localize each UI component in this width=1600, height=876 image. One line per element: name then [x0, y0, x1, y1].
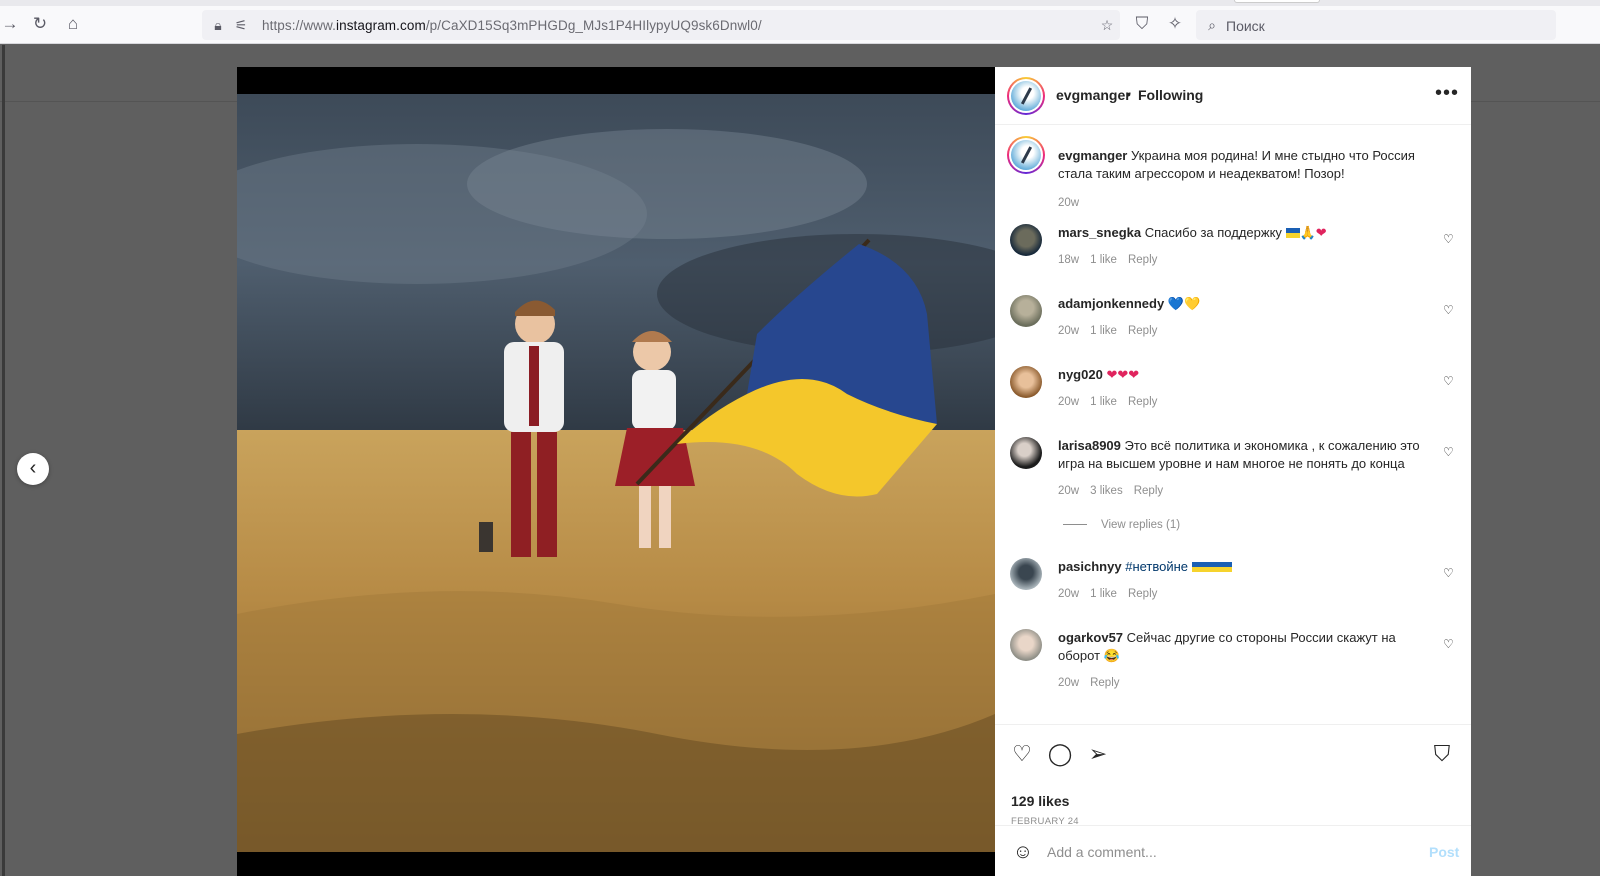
heart-icon[interactable]: ♡ — [1443, 445, 1454, 459]
hashtag-link[interactable]: #нетвойне — [1125, 559, 1188, 574]
comment-likes[interactable]: 1 like — [1090, 588, 1117, 600]
emoji-icon[interactable]: ☺ — [1011, 840, 1035, 864]
post-username[interactable]: evgmanger — [1056, 87, 1131, 103]
comment-icon[interactable]: ◯ — [1047, 741, 1073, 767]
comment-body: ❤❤❤ — [1106, 367, 1140, 382]
comment-meta: 20w Reply — [1058, 677, 1120, 689]
sparkle-icon[interactable]: ✧ — [1165, 14, 1185, 34]
comment-text: pasichnyy #нетвойне — [1058, 558, 1426, 576]
more-icon[interactable]: ••• — [1435, 83, 1459, 103]
url-bar[interactable]: 🔒︎ ⚟ https://www.instagram.com/p/CaXD15S… — [202, 10, 1120, 40]
avatar[interactable] — [1010, 224, 1042, 256]
send-icon[interactable]: ➢ — [1085, 741, 1111, 767]
heart-icon[interactable]: ♡ — [1443, 566, 1454, 580]
avatar[interactable] — [1010, 295, 1042, 327]
bookmark-icon[interactable]: ⛉ — [1429, 741, 1455, 767]
reply-button[interactable]: Reply — [1128, 396, 1157, 408]
comment-body: Спасибо за поддержку — [1144, 225, 1282, 240]
comment-username[interactable]: pasichnyy — [1058, 559, 1122, 574]
avatar[interactable] — [1010, 629, 1042, 661]
post-header: evgmanger • Following ••• — [995, 67, 1471, 125]
comment-username[interactable]: adamjonkennedy — [1058, 296, 1164, 311]
heart-icon[interactable]: ♡ — [1443, 232, 1454, 246]
search-input[interactable]: ⌕ Поиск — [1196, 10, 1556, 40]
divider — [2, 45, 5, 876]
comment-meta: 18w 1 like Reply — [1058, 254, 1158, 266]
url-path: /p/CaXD15Sq3mPHGDg_MJs1P4HIlypyUQ9sk6Dnw… — [425, 18, 762, 33]
avatar[interactable] — [1010, 437, 1042, 469]
lock-icon[interactable]: 🔒︎ — [209, 16, 227, 34]
reply-button[interactable]: Reply — [1128, 325, 1157, 337]
comment-username[interactable]: ogarkov57 — [1058, 630, 1123, 645]
add-comment-bar: ☺ Post — [995, 825, 1471, 876]
comment-username[interactable]: larisa8909 — [1058, 438, 1121, 453]
separator-dot: • — [1126, 86, 1131, 102]
comment-meta: 20w 1 like Reply — [1058, 325, 1158, 337]
comment-text: adamjonkennedy 💙💛 — [1058, 295, 1426, 313]
search-icon: ⌕ — [1208, 17, 1216, 33]
heart-icon[interactable]: ♡ — [1009, 741, 1035, 767]
post-actions: ♡ ◯ ➢ ⛉ 129 likes FEBRUARY 24 ☺ Post — [995, 724, 1471, 876]
comment-username[interactable]: mars_snegka — [1058, 225, 1141, 240]
browser-toolbar: → ↻ ⌂ 🔒︎ ⚟ https://www.instagram.com/p/C… — [0, 0, 1600, 44]
caption-text: evgmanger Украина моя родина! И мне стыд… — [1058, 147, 1426, 183]
comment-text: larisa8909 Это всё политика и экономика … — [1058, 437, 1426, 473]
ukraine-flag-icon — [1285, 228, 1300, 238]
comment-likes[interactable]: 1 like — [1090, 396, 1117, 408]
url-text[interactable]: https://www.instagram.com/p/CaXD15Sq3mPH… — [262, 18, 762, 33]
avatar[interactable] — [1007, 136, 1045, 174]
avatar[interactable] — [1010, 558, 1042, 590]
comment-likes[interactable]: 1 like — [1090, 325, 1117, 337]
post-photo[interactable] — [237, 94, 995, 852]
avatar[interactable] — [1007, 77, 1045, 115]
arrow-left-icon[interactable]: → — [0, 14, 20, 34]
comment-text: ogarkov57 Сейчас другие со стороны Росси… — [1058, 629, 1426, 665]
praying-hands-icon: 🙏 — [1299, 225, 1316, 240]
home-icon[interactable]: ⌂ — [63, 14, 83, 34]
avatar[interactable] — [1010, 366, 1042, 398]
comment-likes[interactable]: 1 like — [1090, 254, 1117, 266]
reply-button[interactable]: Reply — [1128, 588, 1157, 600]
comment-meta: 20w 1 like Reply — [1058, 396, 1158, 408]
caption-time: 20w — [1058, 197, 1080, 209]
permissions-icon[interactable]: ⚟ — [232, 16, 250, 34]
following-button[interactable]: Following — [1138, 87, 1203, 103]
star-icon[interactable]: ☆ — [1098, 16, 1116, 34]
tab-indicator[interactable] — [1234, 0, 1320, 3]
heart-icon[interactable]: ♡ — [1443, 637, 1454, 651]
reply-button[interactable]: Reply — [1090, 677, 1119, 689]
comment-text: nyg020 ❤❤❤ — [1058, 366, 1426, 384]
caption-username[interactable]: evgmanger — [1058, 148, 1127, 163]
heart-icon[interactable]: ♡ — [1443, 374, 1454, 388]
search-placeholder: Поиск — [1226, 18, 1265, 34]
shield-icon[interactable]: ⛉ — [1132, 14, 1152, 34]
url-prefix: https://www. — [262, 18, 336, 33]
comments-list[interactable]: evgmanger Украина моя родина! И мне стыд… — [995, 126, 1471, 791]
post-media[interactable] — [237, 67, 995, 876]
reply-button[interactable]: Reply — [1128, 254, 1157, 266]
comment-body: 💙💛 — [1167, 296, 1201, 311]
comment-input[interactable] — [1047, 842, 1407, 862]
view-replies-button[interactable]: View replies (1) — [1063, 519, 1180, 531]
likes-count[interactable]: 129 likes — [1011, 793, 1069, 809]
heart-emoji-icon: ❤ — [1315, 225, 1327, 240]
comment-text: mars_snegka Спасибо за поддержку 🙏❤ — [1058, 224, 1426, 242]
reply-button[interactable]: Reply — [1134, 485, 1163, 497]
heart-icon[interactable]: ♡ — [1443, 303, 1454, 317]
url-host: instagram.com — [335, 18, 426, 33]
chevron-left-icon[interactable]: ‹ — [17, 453, 49, 485]
post-panel: evgmanger • Following ••• evgmanger Укра… — [995, 67, 1471, 876]
tab-strip — [0, 0, 1600, 6]
reload-icon[interactable]: ↻ — [30, 14, 50, 34]
comment-username[interactable]: nyg020 — [1058, 367, 1103, 382]
post-button[interactable]: Post — [1429, 844, 1459, 860]
comment-meta: 20w 3 likes Reply — [1058, 485, 1164, 497]
comment-meta: 20w 1 like Reply — [1058, 588, 1158, 600]
comment-likes[interactable]: 3 likes — [1090, 485, 1123, 497]
ukraine-flag-icon — [1191, 562, 1232, 572]
